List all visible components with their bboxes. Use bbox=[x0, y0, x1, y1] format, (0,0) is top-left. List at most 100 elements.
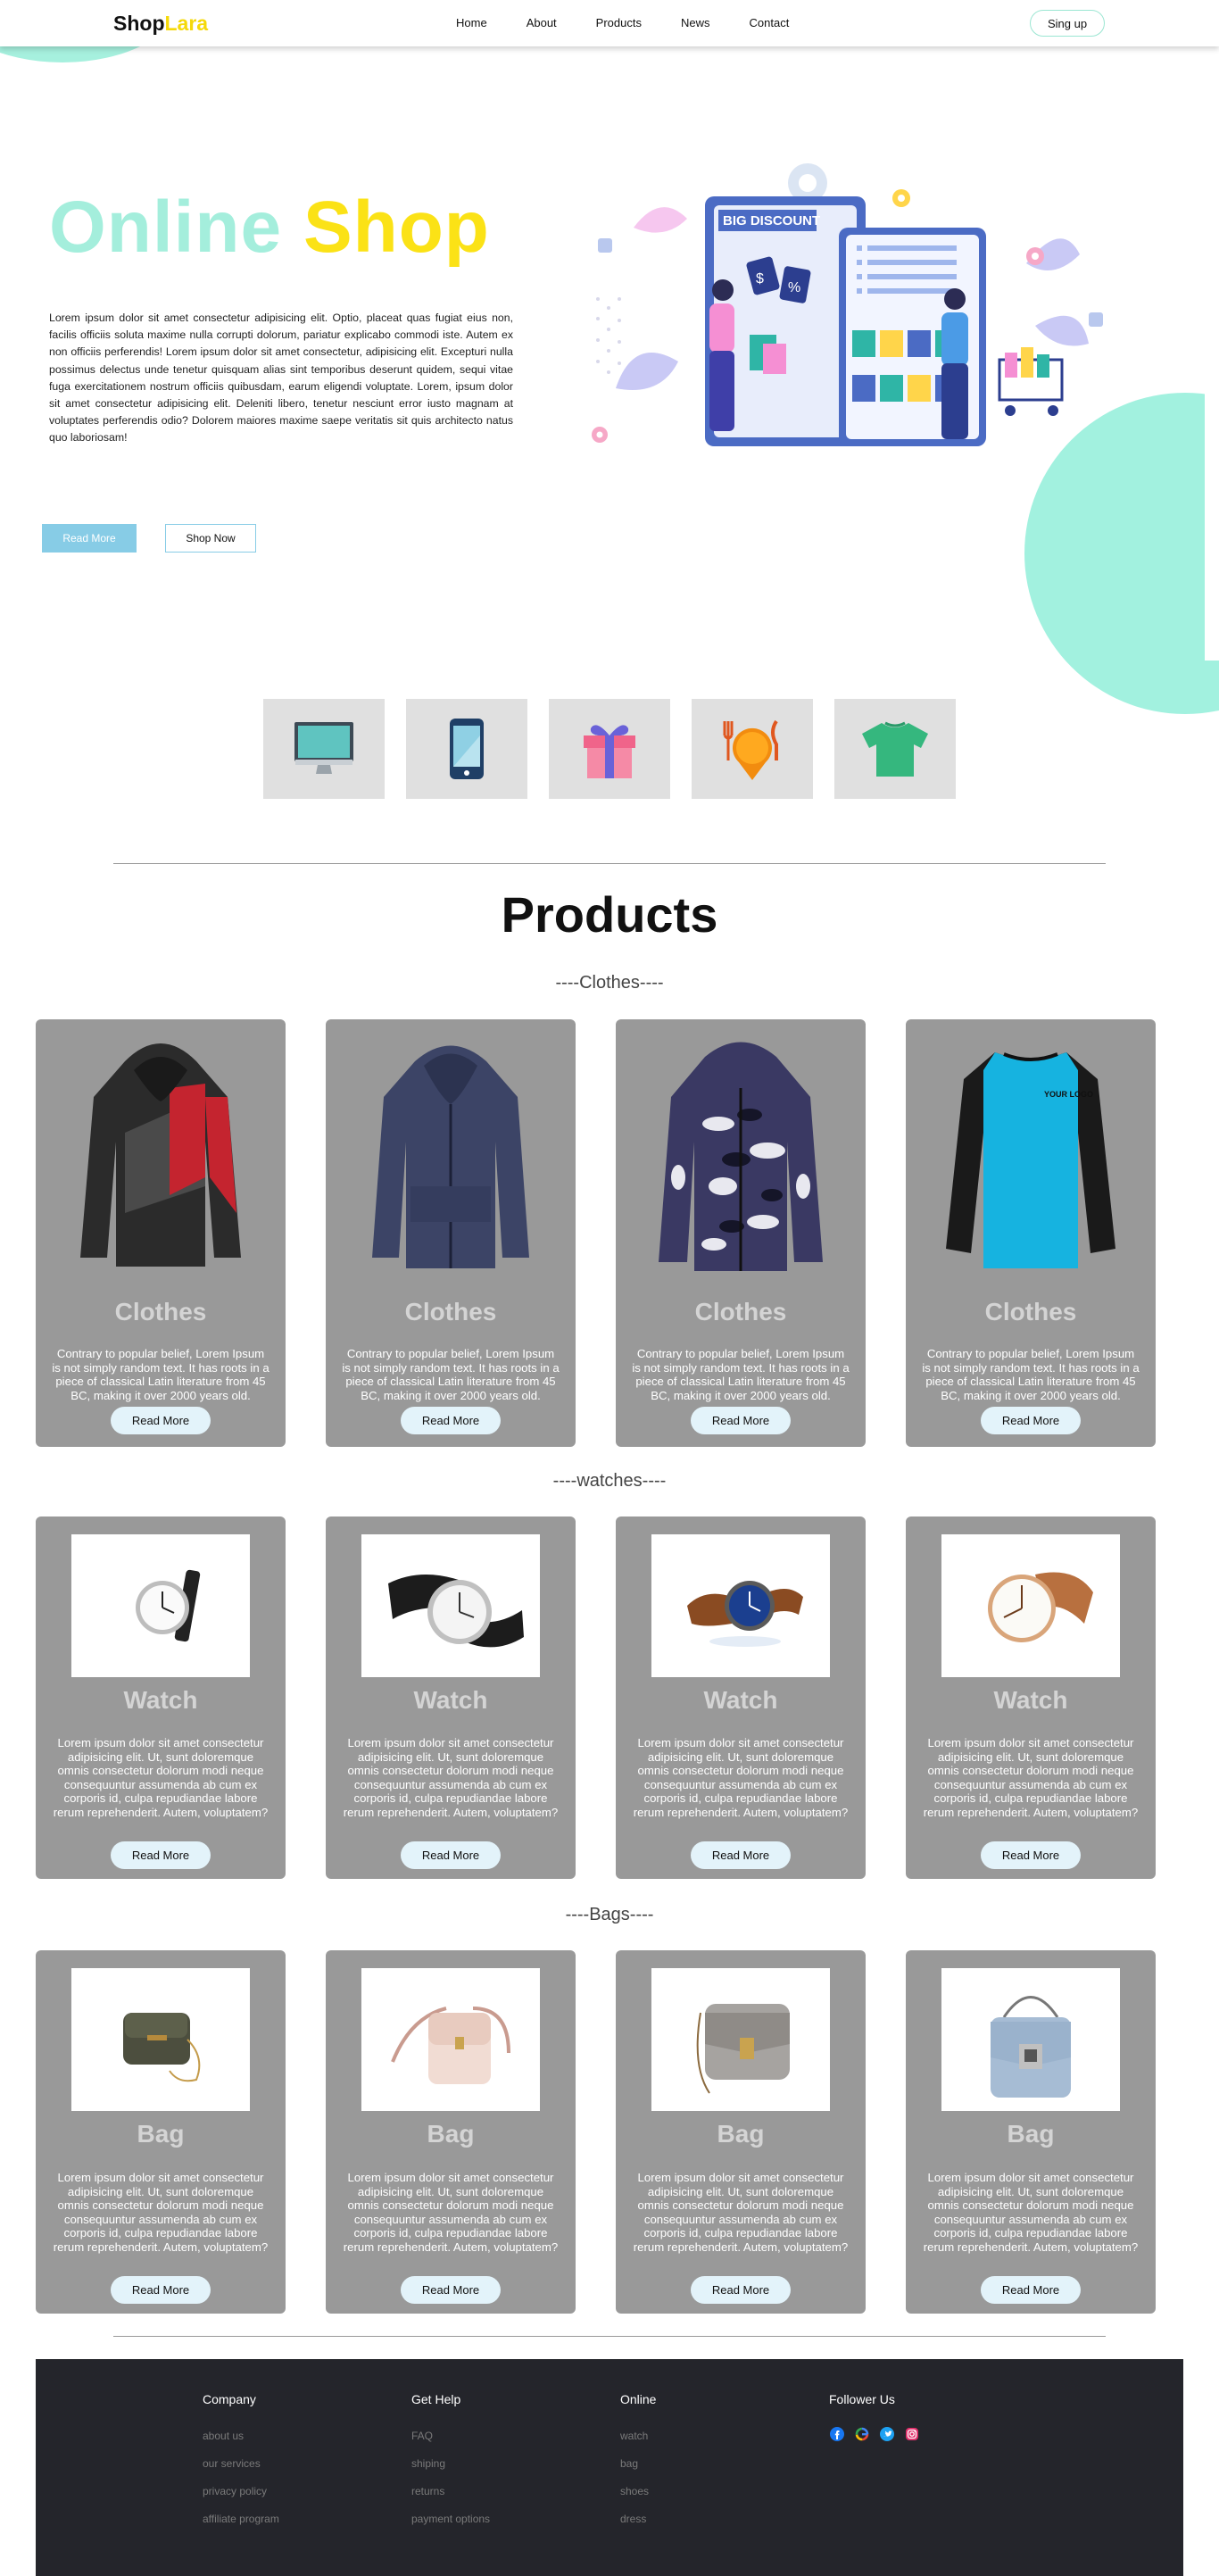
product-card-bag-1: Bag Lorem ipsum dolor sit amet consectet… bbox=[36, 1950, 286, 2314]
product-card-clothes-2: Clothes Contrary to popular belief, Lore… bbox=[326, 1019, 576, 1447]
product-card-clothes-3: Clothes Contrary to popular belief, Lore… bbox=[616, 1019, 866, 1447]
nav-news[interactable]: News bbox=[681, 16, 710, 29]
product-image-watch-black-strap bbox=[71, 1534, 250, 1677]
read-more-button[interactable]: Read More bbox=[981, 1407, 1081, 1434]
product-image-raglan-tee: YOUR LOGO bbox=[919, 1030, 1142, 1280]
category-tile-gift[interactable] bbox=[549, 699, 670, 799]
read-more-button[interactable]: Read More bbox=[111, 1407, 211, 1434]
product-description: Lorem ipsum dolor sit amet consectetur a… bbox=[53, 1736, 269, 1819]
category-tile-smartphone[interactable] bbox=[406, 699, 527, 799]
page: ShopLara Home About Products News Contac… bbox=[0, 0, 1219, 2576]
smartphone-icon bbox=[450, 719, 484, 779]
product-title: Clothes bbox=[114, 1298, 207, 1325]
nav-products[interactable]: Products bbox=[596, 16, 642, 29]
nav-about[interactable]: About bbox=[527, 16, 557, 29]
monitor-icon bbox=[294, 722, 353, 774]
product-description: Contrary to popular belief, Lorem Ipsum … bbox=[922, 1347, 1140, 1402]
read-more-button[interactable]: Read More bbox=[691, 2276, 791, 2304]
read-more-button[interactable]: Read More bbox=[691, 1407, 791, 1434]
nav-home[interactable]: Home bbox=[456, 16, 487, 29]
read-more-button[interactable]: Read More bbox=[981, 2276, 1081, 2304]
product-title: Bag bbox=[137, 2120, 185, 2148]
logo[interactable]: ShopLara bbox=[113, 12, 208, 36]
product-title: Bag bbox=[1007, 2120, 1055, 2148]
footer-link-about-us[interactable]: about us bbox=[203, 2430, 279, 2442]
footer-link-privacy-policy[interactable]: privacy policy bbox=[203, 2485, 279, 2497]
signup-button[interactable]: Sing up bbox=[1030, 10, 1105, 37]
footer-link-shoes[interactable]: shoes bbox=[620, 2485, 656, 2497]
nav-contact[interactable]: Contact bbox=[750, 16, 790, 29]
product-image-watch-brown-strap bbox=[941, 1534, 1120, 1677]
product-description: Lorem ipsum dolor sit amet consectetur a… bbox=[343, 2171, 559, 2254]
footer: Company about us our services privacy po… bbox=[36, 2359, 1183, 2576]
svg-text:%: % bbox=[788, 280, 800, 295]
product-card-clothes-4: YOUR LOGO Clothes Contrary to popular be… bbox=[906, 1019, 1156, 1447]
hero-title-part1: Online bbox=[49, 187, 283, 268]
instagram-icon[interactable] bbox=[904, 2426, 920, 2442]
facebook-icon[interactable] bbox=[829, 2426, 845, 2442]
product-title: Watch bbox=[703, 1686, 778, 1714]
hero-read-more-button[interactable]: Read More bbox=[42, 524, 137, 553]
footer-heading: Follower Us bbox=[829, 2392, 895, 2406]
read-more-button[interactable]: Read More bbox=[981, 1841, 1081, 1869]
product-title: Bag bbox=[717, 2120, 765, 2148]
category-tile-tshirt[interactable] bbox=[834, 699, 956, 799]
product-title: Watch bbox=[993, 1686, 1068, 1714]
read-more-button[interactable]: Read More bbox=[111, 1841, 211, 1869]
product-description: Lorem ipsum dolor sit amet consectetur a… bbox=[633, 1736, 849, 1819]
product-card-watch-2: Watch Lorem ipsum dolor sit amet consect… bbox=[326, 1517, 576, 1879]
read-more-button[interactable]: Read More bbox=[401, 2276, 501, 2304]
product-card-bag-3: Bag Lorem ipsum dolor sit amet consectet… bbox=[616, 1950, 866, 2314]
read-more-button[interactable]: Read More bbox=[691, 1841, 791, 1869]
product-image-watch-silver bbox=[361, 1534, 540, 1677]
big-discount-text: BIG DISCOUNT bbox=[723, 213, 820, 229]
read-more-button[interactable]: Read More bbox=[111, 2276, 211, 2304]
section-label-bags: ----Bags---- bbox=[565, 1905, 654, 1924]
product-card-watch-1: Watch Lorem ipsum dolor sit amet consect… bbox=[36, 1517, 286, 1879]
footer-link-payment-options[interactable]: payment options bbox=[411, 2513, 490, 2525]
footer-link-shipping[interactable]: shiping bbox=[411, 2457, 490, 2470]
logo-part1: Shop bbox=[113, 12, 165, 35]
footer-link-faq[interactable]: FAQ bbox=[411, 2430, 490, 2442]
read-more-button[interactable]: Read More bbox=[401, 1841, 501, 1869]
footer-link-returns[interactable]: returns bbox=[411, 2485, 490, 2497]
category-strip bbox=[263, 699, 956, 799]
twitter-icon[interactable] bbox=[879, 2426, 895, 2442]
product-title: Bag bbox=[427, 2120, 475, 2148]
hero-illustration: BIG DISCOUNT $ % bbox=[592, 163, 1103, 446]
main-nav: Home About Products News Contact bbox=[456, 16, 828, 29]
divider-top bbox=[113, 863, 1106, 864]
footer-link-watch[interactable]: watch bbox=[620, 2430, 656, 2442]
hero-title: Online Shop bbox=[49, 186, 490, 270]
product-image-jacket-camo bbox=[629, 1030, 852, 1280]
footer-heading: Online bbox=[620, 2392, 657, 2406]
hero-decor-edge bbox=[1205, 339, 1219, 661]
footer-link-bag[interactable]: bag bbox=[620, 2457, 656, 2470]
footer-column-online: Online watch bag shoes dress bbox=[620, 2392, 656, 2540]
product-image-bag-light-blue bbox=[941, 1968, 1120, 2111]
product-description: Contrary to popular belief, Lorem Ipsum … bbox=[342, 1347, 560, 1402]
footer-link-dress[interactable]: dress bbox=[620, 2513, 656, 2525]
product-description: Lorem ipsum dolor sit amet consectetur a… bbox=[923, 2171, 1139, 2254]
read-more-button[interactable]: Read More bbox=[401, 1407, 501, 1434]
product-description: Contrary to popular belief, Lorem Ipsum … bbox=[632, 1347, 850, 1402]
product-title: Watch bbox=[413, 1686, 488, 1714]
shirt-logo-text: YOUR LOGO bbox=[1044, 1090, 1093, 1099]
footer-link-affiliate-program[interactable]: affiliate program bbox=[203, 2513, 279, 2525]
product-image-bag-grey bbox=[651, 1968, 830, 2111]
gift-icon bbox=[584, 725, 635, 778]
product-description: Lorem ipsum dolor sit amet consectetur a… bbox=[343, 1736, 559, 1819]
section-label-clothes: ----Clothes---- bbox=[555, 973, 664, 993]
category-tile-food[interactable] bbox=[692, 699, 813, 799]
google-icon[interactable] bbox=[854, 2426, 870, 2442]
footer-link-our-services[interactable]: our services bbox=[203, 2457, 279, 2470]
category-tile-monitor[interactable] bbox=[263, 699, 385, 799]
product-card-watch-4: Watch Lorem ipsum dolor sit amet consect… bbox=[906, 1517, 1156, 1879]
product-description: Lorem ipsum dolor sit amet consectetur a… bbox=[633, 2171, 849, 2254]
footer-column-follow: Follower Us bbox=[829, 2392, 920, 2442]
hero-shop-now-button[interactable]: Shop Now bbox=[165, 524, 256, 553]
footer-column-get-help: Get Help FAQ shiping returns payment opt… bbox=[411, 2392, 490, 2540]
product-description: Lorem ipsum dolor sit amet consectetur a… bbox=[53, 2171, 269, 2254]
hero-description: Lorem ipsum dolor sit amet consectetur a… bbox=[49, 312, 513, 445]
product-image-bag-olive bbox=[71, 1968, 250, 2111]
